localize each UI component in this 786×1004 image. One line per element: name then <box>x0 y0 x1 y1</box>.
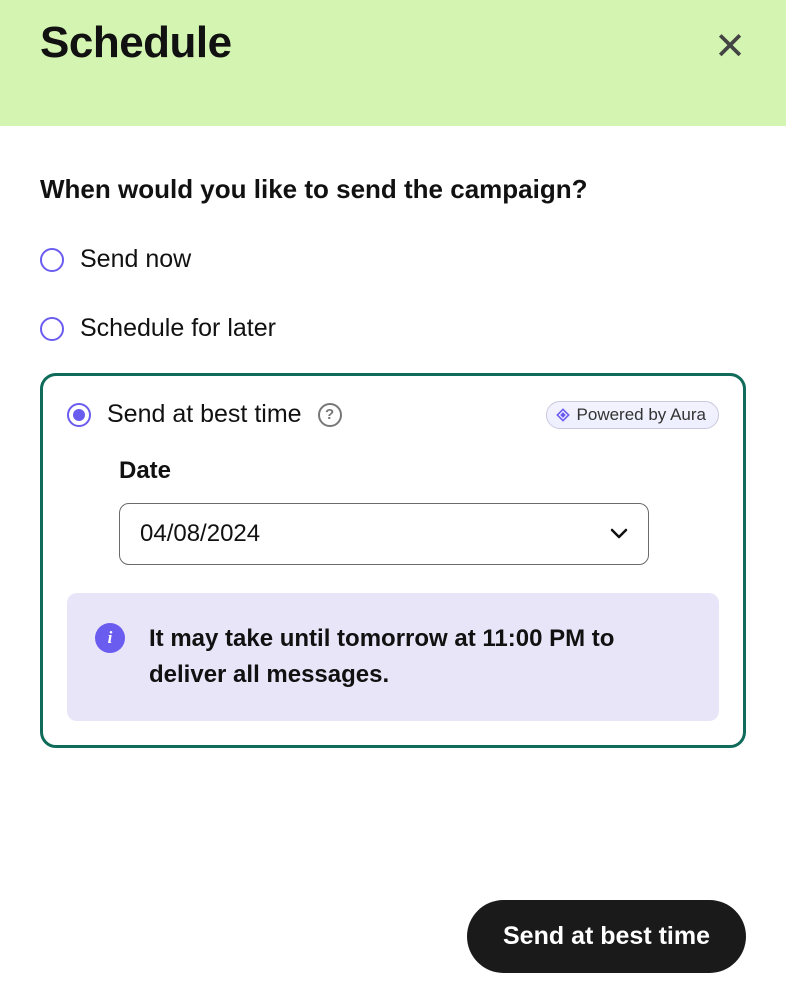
date-value: 04/08/2024 <box>140 520 260 548</box>
badge-label: Powered by Aura <box>577 405 706 425</box>
diamond-icon <box>555 407 571 423</box>
option-label: Schedule for later <box>80 314 276 343</box>
option-schedule-later[interactable]: Schedule for later <box>40 314 746 343</box>
radio-icon <box>67 403 91 427</box>
info-icon: i <box>95 623 125 653</box>
option-send-now[interactable]: Send now <box>40 245 746 274</box>
option-best-time[interactable]: Send at best time ? Powered by Aura <box>67 400 719 429</box>
option-label: Send at best time <box>107 400 302 429</box>
radio-icon <box>40 248 64 272</box>
option-label: Send now <box>80 245 191 274</box>
chevron-down-icon <box>610 524 628 545</box>
dialog-footer: Send at best time <box>467 900 746 973</box>
close-icon[interactable]: ✕ <box>714 28 746 66</box>
dialog-body: When would you like to send the campaign… <box>0 126 786 788</box>
info-banner: i It may take until tomorrow at 11:00 PM… <box>67 593 719 721</box>
date-picker[interactable]: 04/08/2024 <box>119 503 649 565</box>
powered-by-badge: Powered by Aura <box>546 401 719 429</box>
dialog-title: Schedule <box>40 18 232 68</box>
send-best-time-button[interactable]: Send at best time <box>467 900 746 973</box>
info-message: It may take until tomorrow at 11:00 PM t… <box>149 621 691 693</box>
option-best-time-left: Send at best time ? <box>67 400 342 429</box>
date-field-label: Date <box>119 457 719 485</box>
radio-icon <box>40 317 64 341</box>
best-time-panel: Send at best time ? Powered by Aura Date… <box>40 373 746 748</box>
schedule-question: When would you like to send the campaign… <box>40 174 746 205</box>
dialog-header: Schedule ✕ <box>0 0 786 126</box>
help-icon[interactable]: ? <box>318 403 342 427</box>
date-section: Date 04/08/2024 <box>67 457 719 565</box>
